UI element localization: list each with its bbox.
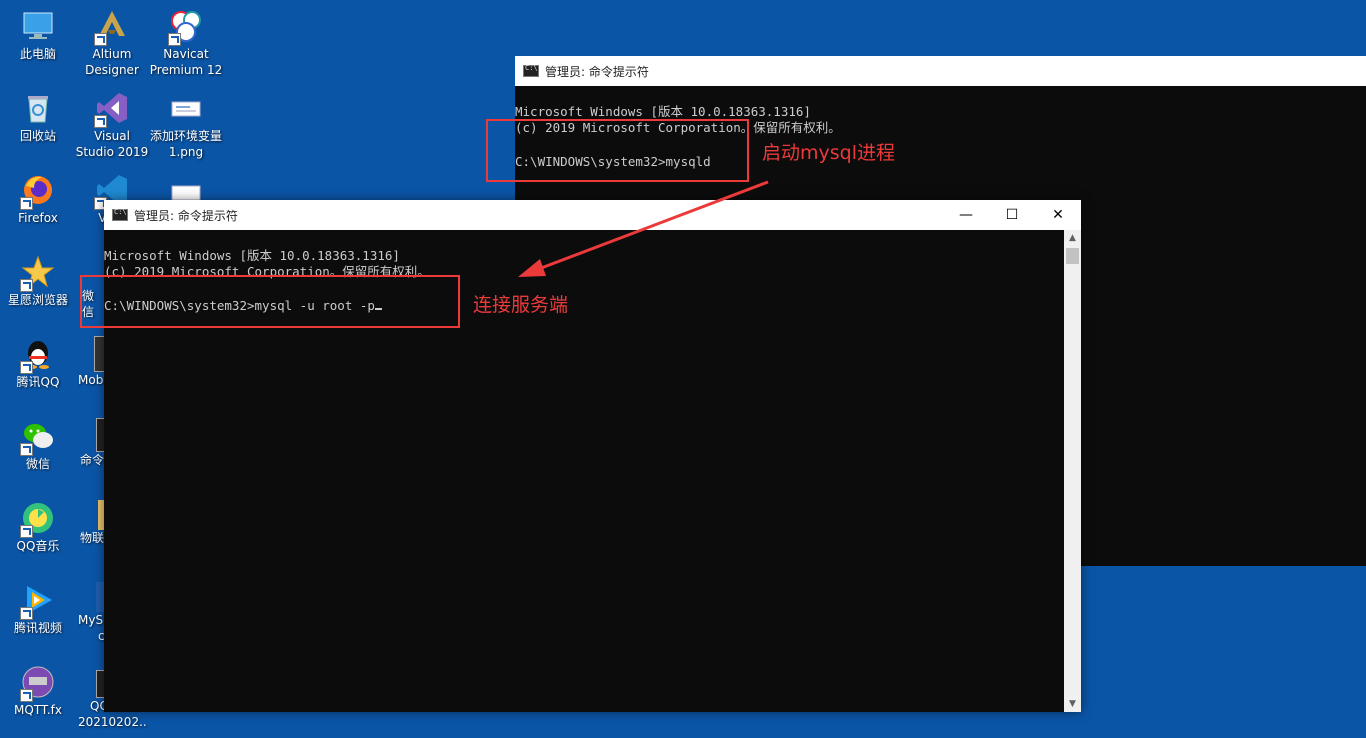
desktop-icon-mob-partial[interactable]: Mob [78,336,104,388]
desktop-icon-star-browser[interactable]: 星愿浏览器 [0,254,76,308]
desktop-icon-mqtt[interactable]: MQTT.fx [0,664,76,718]
annotation-connect-label: 连接服务端 [473,294,569,316]
cmd-icon [112,208,128,221]
annotation-box-mysql [80,275,460,328]
console-line: Microsoft Windows [版本 10.0.18363.1316] [104,248,400,263]
desktop-icon-navicat[interactable]: Navicat Premium 12 [148,8,224,78]
icon-label: 20210202... [78,715,148,729]
icon-label: 星愿浏览器 [7,293,68,307]
close-button[interactable]: ✕ [1035,200,1081,230]
recycle-bin-icon [28,96,48,123]
annotation-start-label: 启动mysql进程 [762,142,895,164]
console-line: Microsoft Windows [版本 10.0.18363.1316] [515,104,811,119]
desktop-icon-mys-partial[interactable]: MyS c [78,582,104,644]
desktop-icon-qq-music[interactable]: QQ音乐 [0,500,76,554]
desktop-icon-tencent-video[interactable]: 腾讯视频 [0,582,76,636]
annotation-box-mysqld [486,119,749,182]
icon-label: 腾讯QQ [16,375,60,389]
minimize-button[interactable]: — [943,200,989,230]
vertical-scrollbar[interactable]: ▲ ▼ [1064,230,1081,712]
icon-label: Visual Studio 2019 [75,129,149,159]
window-titlebar[interactable]: 管理员: 命令提示符 [515,56,1366,86]
icon-label: MyS [78,613,104,627]
scroll-down-icon[interactable]: ▼ [1064,696,1081,712]
desktop-icon-wechat[interactable]: 微信 [0,418,76,472]
icon-label: Mob [78,373,104,387]
maximize-button[interactable]: ☐ [989,200,1035,230]
icon-label: 命令 [80,453,104,467]
icon-label: MQTT.fx [14,703,62,717]
desktop-icon-altium[interactable]: Altium Designer [74,8,150,78]
desktop-icon-recycle-bin[interactable]: 回收站 [0,90,76,144]
app-icon [94,336,104,372]
desktop-icon-qq[interactable]: 腾讯QQ [0,336,76,390]
icon-label: 此电脑 [19,47,56,61]
icon-label: Altium Designer [85,47,139,77]
word-doc-icon [96,582,104,612]
desktop-icon-png-file-2[interactable] [148,180,224,200]
desktop-icon-this-pc[interactable]: 此电脑 [0,8,76,62]
desktop-icon-png-file[interactable]: 添加环境变量1.png [148,90,224,160]
computer-icon [23,12,53,39]
image-file-icon [171,185,201,200]
window-title: 管理员: 命令提示符 [134,208,238,223]
icon-label: QQ音乐 [16,539,60,553]
icon-label: c [98,629,104,643]
icon-label: 腾讯视频 [13,621,62,635]
desktop-icon-visual-studio[interactable]: Visual Studio 2019 [74,90,150,160]
desktop-icon-firefox[interactable]: Firefox [0,172,76,226]
icon-label: Firefox [18,211,58,225]
icon-label: 回收站 [19,129,56,143]
icon-label: 添加环境变量1.png [149,129,222,159]
window-titlebar[interactable]: 管理员: 命令提示符 — ☐ ✕ [104,200,1081,230]
cmd-icon [523,64,539,77]
icon-label: Navicat Premium 12 [149,47,223,77]
icon-label: 微信 [25,457,50,471]
desktop-icon-cmd-partial[interactable]: 命令 [80,418,104,468]
window-title: 管理员: 命令提示符 [545,64,649,79]
icon-label: 物联 [80,531,104,545]
cmd-shortcut-icon [96,418,104,452]
scroll-thumb[interactable] [1066,248,1079,264]
desktop-icon-wulian-partial[interactable]: 物联 [80,500,104,546]
scroll-up-icon[interactable]: ▲ [1064,230,1081,246]
image-file-icon [171,101,201,117]
